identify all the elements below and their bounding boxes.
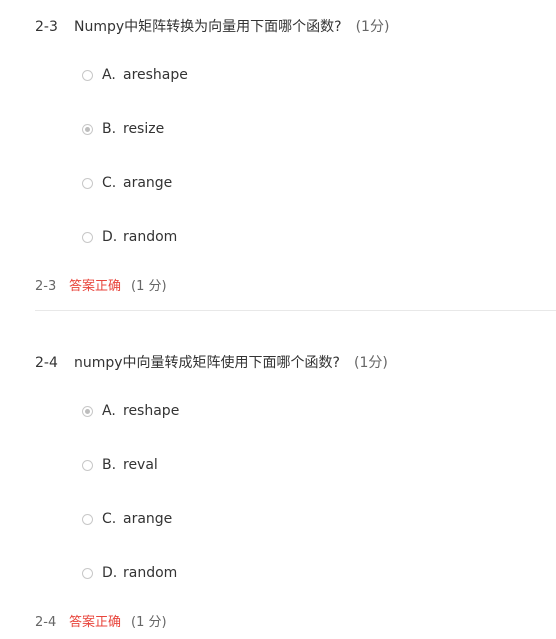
option-text: reval [123, 457, 158, 473]
option-text: areshape [123, 67, 188, 83]
question-header: 2-4 numpy中向量转成矩阵使用下面哪个函数? (1分) [35, 352, 388, 372]
result-score: (1 分) [131, 615, 167, 630]
option-text: arange [123, 511, 173, 527]
answer-result: 2-4 答案正确 (1 分) [35, 611, 167, 630]
option-text: reshape [123, 403, 180, 419]
radio-button[interactable] [82, 567, 93, 579]
radio-button[interactable] [82, 177, 93, 189]
option-a[interactable]: A. areshape [80, 65, 188, 85]
option-text: arange [123, 175, 173, 191]
question-number: 2-4 [35, 355, 58, 371]
status-badge: 答案正确 [69, 279, 122, 294]
option-text: random [123, 565, 178, 581]
option-letter: D. [102, 565, 118, 581]
option-letter: A. [102, 403, 116, 419]
radio-button[interactable] [82, 459, 93, 471]
divider [35, 310, 556, 311]
question-text: numpy中向量转成矩阵使用下面哪个函数? [74, 355, 340, 371]
result-number: 2-3 [35, 279, 57, 294]
result-number: 2-4 [35, 615, 57, 630]
option-c[interactable]: C. arange [80, 509, 172, 529]
question-number: 2-3 [35, 19, 58, 35]
option-letter: C. [102, 175, 117, 191]
radio-button[interactable] [82, 405, 93, 417]
option-letter: B. [102, 121, 117, 137]
radio-button[interactable] [82, 69, 93, 81]
status-badge: 答案正确 [69, 615, 122, 630]
option-b[interactable]: B. resize [80, 119, 164, 139]
question-header: 2-3 Numpy中矩阵转换为向量用下面哪个函数? (1分) [35, 16, 389, 36]
option-text: resize [123, 121, 165, 137]
answer-result: 2-3 答案正确 (1 分) [35, 275, 167, 294]
radio-button[interactable] [82, 513, 93, 525]
option-d[interactable]: D. random [80, 563, 177, 583]
option-b[interactable]: B. reval [80, 455, 158, 475]
option-d[interactable]: D. random [80, 227, 177, 247]
option-a[interactable]: A. reshape [80, 401, 179, 421]
option-letter: B. [102, 457, 117, 473]
question-score: (1分) [355, 19, 390, 35]
option-c[interactable]: C. arange [80, 173, 172, 193]
option-letter: A. [102, 67, 116, 83]
radio-button[interactable] [82, 231, 93, 243]
option-letter: C. [102, 511, 117, 527]
question-score: (1分) [354, 355, 388, 371]
radio-button[interactable] [82, 123, 93, 135]
question-text: Numpy中矩阵转换为向量用下面哪个函数? [74, 19, 342, 35]
option-letter: D. [102, 229, 118, 245]
option-text: random [123, 229, 178, 245]
result-score: (1 分) [131, 279, 167, 294]
